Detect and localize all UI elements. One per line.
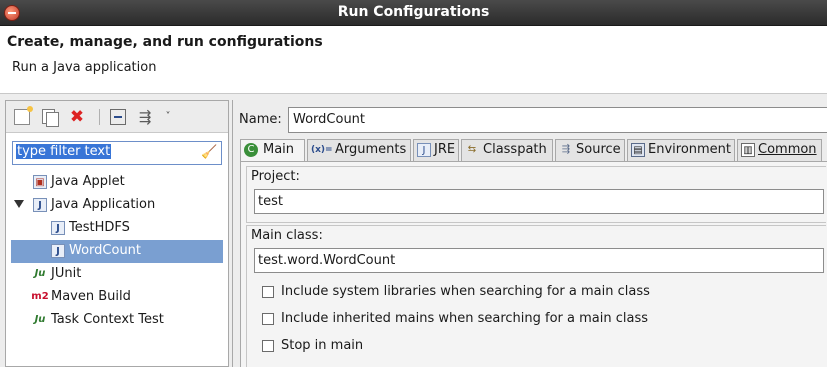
tree-item-testhdfs[interactable]: J TestHDFS bbox=[6, 217, 228, 240]
project-group: Project: test bbox=[246, 166, 826, 223]
tab-label: JRE bbox=[434, 142, 456, 157]
tab-label: Common bbox=[758, 142, 817, 157]
tab-label: Source bbox=[576, 142, 621, 157]
tree-item-label: Java Applet bbox=[51, 174, 125, 189]
main-class-label: Main class: bbox=[251, 228, 323, 243]
arguments-tab-icon: (x)= bbox=[311, 145, 333, 155]
source-tab-icon: ⇶ bbox=[561, 144, 571, 155]
main-class-value: test.word.WordCount bbox=[258, 253, 396, 268]
checkbox-box[interactable] bbox=[262, 286, 274, 298]
main-tab-icon: C bbox=[244, 143, 258, 157]
new-config-icon[interactable] bbox=[14, 106, 33, 125]
task-context-icon: Ju bbox=[34, 314, 46, 325]
project-field[interactable]: test bbox=[254, 189, 824, 214]
checkbox-box[interactable] bbox=[262, 340, 274, 352]
config-tabs: C Main (x)= Arguments J JRE ⇆ Classpath … bbox=[240, 139, 827, 162]
tab-source[interactable]: ⇶ Source bbox=[555, 139, 625, 161]
tab-environment[interactable]: ▤ Environment bbox=[627, 139, 735, 161]
tab-label: Classpath bbox=[483, 142, 547, 157]
java-class-icon: J bbox=[51, 244, 65, 258]
project-value: test bbox=[258, 194, 283, 209]
name-value: WordCount bbox=[293, 112, 366, 127]
tree-item-label: Maven Build bbox=[51, 289, 131, 304]
delete-icon[interactable]: ✖ bbox=[69, 109, 85, 126]
main-class-field[interactable]: test.word.WordCount bbox=[254, 248, 824, 273]
duplicate-icon[interactable] bbox=[42, 109, 59, 127]
tree-item-label: Java Application bbox=[51, 197, 156, 212]
environment-tab-icon: ▤ bbox=[631, 143, 645, 157]
tab-common[interactable]: ▥ Common bbox=[737, 139, 822, 161]
config-toolbar: ✖ ⇶ ˅ bbox=[6, 101, 228, 133]
clear-filter-icon[interactable]: 🧹 bbox=[201, 145, 217, 161]
java-application-icon: J bbox=[33, 198, 47, 212]
name-label: Name: bbox=[239, 112, 282, 127]
tree-item-java-application[interactable]: J Java Application bbox=[6, 194, 228, 217]
filter-text: type filter text bbox=[16, 144, 112, 159]
tree-item-label: JUnit bbox=[51, 266, 82, 281]
tree-item-task-context-test[interactable]: Ju Task Context Test bbox=[6, 309, 228, 332]
filter-icon[interactable]: ⇶ bbox=[137, 109, 153, 125]
checkbox-box[interactable] bbox=[262, 313, 274, 325]
tab-label: Main bbox=[263, 142, 295, 157]
tree-item-label: Task Context Test bbox=[51, 312, 164, 327]
checkbox-label: Include system libraries when searching … bbox=[281, 284, 650, 299]
java-applet-icon: ▣ bbox=[33, 175, 47, 189]
junit-icon: Ju bbox=[34, 268, 46, 279]
tab-label: Environment bbox=[648, 142, 732, 157]
tab-main[interactable]: C Main bbox=[240, 139, 305, 162]
tree-item-wordcount[interactable]: J WordCount bbox=[11, 240, 223, 263]
expand-twisty-icon[interactable] bbox=[14, 200, 24, 208]
tab-arguments[interactable]: (x)= Arguments bbox=[307, 139, 411, 161]
tree-item-junit[interactable]: Ju JUnit bbox=[6, 263, 228, 286]
tree-item-maven-build[interactable]: m2 Maven Build bbox=[6, 286, 228, 309]
name-field[interactable]: WordCount bbox=[288, 107, 827, 133]
configuration-list-panel: ✖ ⇶ ˅ type filter text 🧹 ▣ Java Applet J… bbox=[5, 100, 229, 367]
common-tab-icon: ▥ bbox=[741, 143, 755, 157]
checkbox-label: Stop in main bbox=[281, 338, 364, 353]
tree-item-label: TestHDFS bbox=[69, 220, 130, 235]
tab-label: Arguments bbox=[335, 142, 407, 157]
header-title: Create, manage, and run configurations bbox=[7, 34, 323, 50]
tab-jre[interactable]: J JRE bbox=[413, 139, 459, 161]
checkbox-label: Include inherited mains when searching f… bbox=[281, 311, 649, 326]
java-class-icon: J bbox=[51, 221, 65, 235]
tab-classpath[interactable]: ⇆ Classpath bbox=[461, 139, 553, 161]
project-label: Project: bbox=[251, 169, 300, 184]
jre-tab-icon: J bbox=[417, 143, 431, 157]
window-title: Run Configurations bbox=[337, 4, 490, 20]
dialog-header: Create, manage, and run configurations R… bbox=[0, 26, 827, 94]
filter-input[interactable]: type filter text 🧹 bbox=[12, 141, 222, 165]
collapse-all-icon[interactable] bbox=[110, 109, 126, 125]
classpath-tab-icon: ⇆ bbox=[467, 144, 477, 155]
tree-item-label: WordCount bbox=[69, 243, 142, 258]
title-bar: Run Configurations bbox=[0, 0, 827, 26]
tree-item-java-applet[interactable]: ▣ Java Applet bbox=[6, 171, 228, 194]
configuration-editor-panel: Name: WordCount C Main (x)= Arguments J … bbox=[232, 100, 827, 367]
maven-icon: m2 bbox=[31, 291, 49, 302]
header-subtitle: Run a Java application bbox=[12, 60, 157, 75]
main-tab-content: Project: test Main class: test.word.Word… bbox=[240, 161, 827, 367]
chevron-down-icon[interactable]: ˅ bbox=[163, 109, 173, 125]
toolbar-separator bbox=[99, 109, 100, 125]
main-class-group: Main class: test.word.WordCount Include … bbox=[246, 225, 826, 367]
